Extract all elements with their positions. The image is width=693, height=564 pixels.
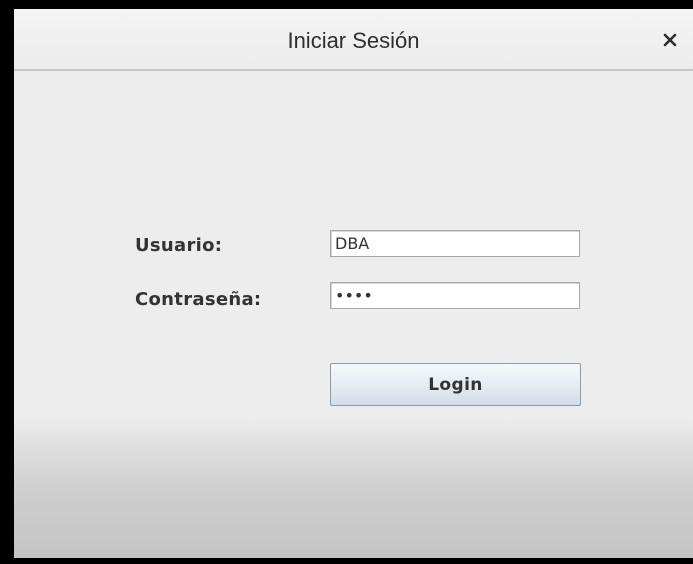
password-input[interactable] [330,282,580,309]
close-button[interactable] [653,23,687,57]
username-label: Usuario: [135,235,223,256]
password-label: Contraseña: [135,289,262,310]
title-bar: Iniciar Sesión [14,9,693,71]
login-dialog: Iniciar Sesión Usuario: Contraseña: Logi… [14,9,693,558]
close-icon [663,33,677,47]
window-title: Iniciar Sesión [287,28,420,53]
login-button[interactable]: Login [330,363,581,406]
username-input[interactable] [330,230,580,257]
